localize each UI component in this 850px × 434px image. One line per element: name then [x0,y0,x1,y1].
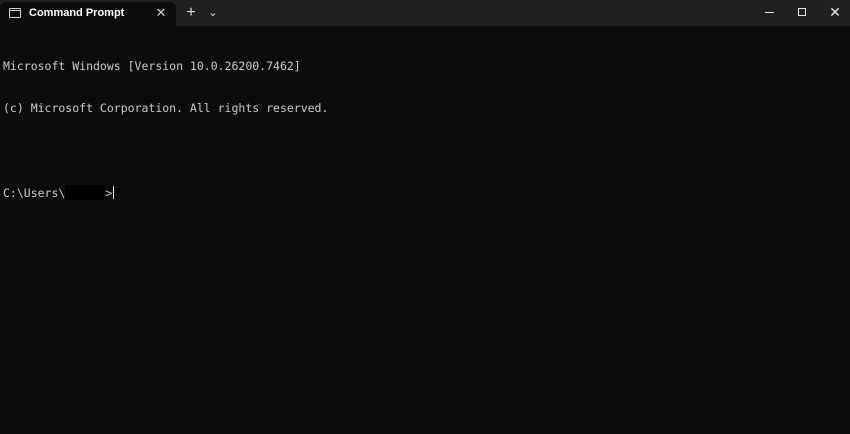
text-cursor [113,186,115,199]
prompt-symbol: > [105,186,113,200]
title-bar[interactable]: Command Prompt ✕ + ⌄ ✕ [0,0,850,26]
terminal-icon [9,8,21,18]
maximize-button[interactable] [785,0,819,24]
command-prompt-line[interactable]: C:\Users\ > [3,185,843,200]
tab-command-prompt[interactable]: Command Prompt ✕ [0,2,176,26]
terminal-window: Command Prompt ✕ + ⌄ ✕ Microsoft Windows… [0,0,850,434]
prompt-path: C:\Users\ [3,186,66,200]
minimize-icon [764,11,774,13]
minimize-button[interactable] [752,0,786,24]
maximize-icon [798,8,806,16]
close-icon: ✕ [829,4,841,20]
close-button[interactable]: ✕ [818,0,850,24]
tab-close-button[interactable]: ✕ [153,5,169,21]
tab-dropdown-button[interactable]: ⌄ [205,4,221,22]
version-line: Microsoft Windows [Version 10.0.26200.74… [3,59,301,73]
redacted-username [65,185,106,200]
copyright-line: (c) Microsoft Corporation. All rights re… [3,101,329,115]
terminal-output[interactable]: Microsoft Windows [Version 10.0.26200.74… [3,31,843,427]
new-tab-button[interactable]: + [183,4,199,22]
tab-title: Command Prompt [29,7,125,19]
